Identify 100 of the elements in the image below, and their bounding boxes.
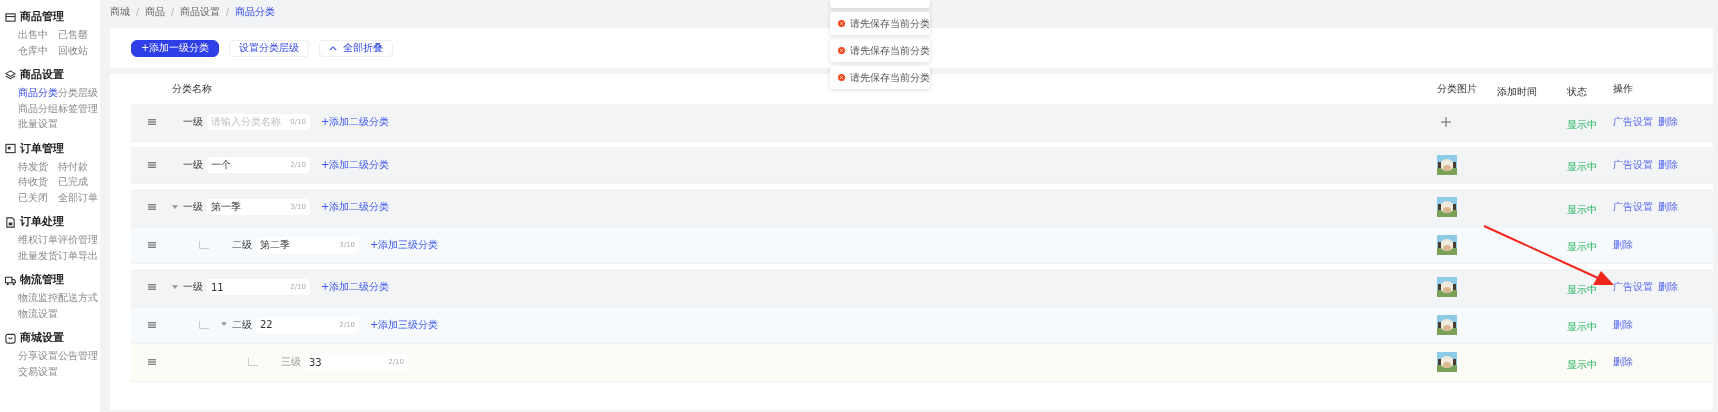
level-label: 一级 bbox=[183, 115, 203, 130]
error-toast: 请先保存当前分类 bbox=[830, 66, 930, 89]
error-icon bbox=[838, 47, 845, 54]
action-link[interactable]: 删除 bbox=[1658, 280, 1678, 295]
sidebar-item[interactable]: 待收货 bbox=[18, 175, 58, 190]
status-text: 显示中 bbox=[1567, 358, 1597, 370]
column-header: 分类名称 bbox=[172, 82, 212, 96]
tree-connector-icon bbox=[248, 358, 258, 367]
column-header: 操作 bbox=[1613, 82, 1633, 96]
status-text: 显示中 bbox=[1567, 283, 1597, 295]
sidebar-item[interactable]: 回收站 bbox=[58, 43, 103, 58]
sidebar-item[interactable]: 商品分组 bbox=[18, 101, 58, 116]
sidebar-item[interactable]: 物流设置 bbox=[18, 306, 58, 321]
sidebar-item[interactable]: 维权订单 bbox=[18, 233, 58, 248]
sidebar-item[interactable]: 交易设置 bbox=[18, 364, 58, 379]
sidebar-group-title: 商品设置 bbox=[20, 68, 64, 82]
sidebar-group-title: 订单处理 bbox=[20, 215, 64, 229]
level-label: 一级 bbox=[183, 157, 203, 172]
action-link[interactable]: 广告设置 bbox=[1613, 200, 1653, 215]
action-link[interactable]: 广告设置 bbox=[1613, 280, 1653, 295]
action-link[interactable]: 删除 bbox=[1658, 157, 1678, 172]
level-label: 一级 bbox=[183, 280, 203, 295]
action-link[interactable]: 广告设置 bbox=[1613, 115, 1653, 130]
caret-icon[interactable] bbox=[221, 322, 227, 328]
column-header: 添加时间 bbox=[1497, 85, 1537, 97]
sidebar-item[interactable]: 出售中 bbox=[18, 28, 58, 43]
sidebar-item[interactable]: 商品分类 bbox=[18, 86, 58, 101]
sidebar-item[interactable]: 分享设置 bbox=[18, 349, 58, 364]
sidebar-group-title: 商城设置 bbox=[20, 331, 64, 345]
status-text: 显示中 bbox=[1567, 161, 1597, 173]
breadcrumb-item: 商品分类 bbox=[235, 5, 275, 19]
level-label: 二级 bbox=[232, 317, 252, 332]
shop-icon bbox=[5, 332, 16, 344]
sidebar-group-title: 商品管理 bbox=[20, 10, 64, 24]
action-link[interactable]: 删除 bbox=[1658, 200, 1678, 215]
error-icon bbox=[838, 20, 845, 27]
action-link[interactable]: 删除 bbox=[1613, 317, 1633, 332]
sidebar-item[interactable]: 仓库中 bbox=[18, 43, 58, 58]
sidebar-item[interactable]: 已完成 bbox=[58, 175, 103, 190]
sidebar-item[interactable]: 已售罄 bbox=[58, 28, 103, 43]
error-icon bbox=[838, 74, 845, 81]
sidebar-item[interactable]: 订单导出 bbox=[58, 248, 103, 263]
action-link[interactable]: 删除 bbox=[1658, 115, 1678, 130]
level-settings-button[interactable]: 设置分类层级 bbox=[229, 39, 310, 57]
sidebar-item[interactable]: 批量设置 bbox=[18, 117, 58, 132]
add-subcategory-link[interactable]: +添加二级分类 bbox=[321, 200, 390, 215]
clipboard-icon bbox=[5, 143, 16, 154]
drag-handle-icon[interactable] bbox=[147, 284, 156, 291]
collapse-all-button[interactable]: 全部折叠 bbox=[319, 39, 394, 57]
status-text: 显示中 bbox=[1567, 321, 1597, 333]
add-category-button[interactable]: +添加一级分类 bbox=[131, 39, 220, 57]
drag-handle-icon[interactable] bbox=[147, 321, 156, 328]
upload-plus-icon[interactable] bbox=[1441, 117, 1451, 128]
sidebar-item[interactable]: 分类层级 bbox=[58, 86, 103, 101]
status-text: 显示中 bbox=[1567, 203, 1597, 215]
error-toast: 请先保存当前分类 bbox=[830, 12, 930, 35]
sidebar-item[interactable]: 已关闭 bbox=[18, 190, 58, 205]
chevron-up-icon bbox=[329, 45, 338, 51]
sidebar-group-title: 订单管理 bbox=[20, 141, 64, 156]
level-label: 三级 bbox=[281, 355, 301, 370]
drag-handle-icon[interactable] bbox=[147, 119, 156, 126]
breadcrumb-item[interactable]: 商城 bbox=[110, 5, 130, 19]
level-label: 二级 bbox=[232, 237, 252, 252]
sidebar-item[interactable]: 待付款 bbox=[58, 159, 103, 174]
add-subcategory-link[interactable]: +添加二级分类 bbox=[321, 157, 390, 172]
status-text: 显示中 bbox=[1567, 118, 1597, 130]
add-subcategory-link[interactable]: +添加三级分类 bbox=[370, 237, 439, 252]
drag-handle-icon[interactable] bbox=[147, 241, 156, 248]
add-subcategory-link[interactable]: +添加二级分类 bbox=[321, 115, 390, 130]
sidebar-item[interactable]: 公告管理 bbox=[58, 349, 103, 364]
action-link[interactable]: 删除 bbox=[1613, 237, 1633, 252]
action-link[interactable]: 删除 bbox=[1613, 355, 1633, 370]
column-header: 分类图片 bbox=[1437, 82, 1477, 96]
sidebar-item[interactable]: 全部订单 bbox=[58, 190, 103, 205]
status-text: 显示中 bbox=[1567, 241, 1597, 253]
caret-icon[interactable] bbox=[172, 204, 178, 210]
drag-handle-icon[interactable] bbox=[147, 204, 156, 211]
error-toast: 请先保存当前分类 bbox=[830, 39, 930, 62]
caret-icon[interactable] bbox=[172, 284, 178, 290]
level-label: 一级 bbox=[183, 200, 203, 215]
document-icon bbox=[5, 216, 16, 228]
layers-icon bbox=[5, 69, 16, 81]
drag-handle-icon[interactable] bbox=[147, 161, 156, 168]
breadcrumb-item[interactable]: 商品 bbox=[145, 5, 165, 19]
add-subcategory-link[interactable]: +添加三级分类 bbox=[370, 317, 439, 332]
sidebar-item[interactable]: 配送方式 bbox=[58, 291, 103, 306]
sidebar-item[interactable]: 物流监控 bbox=[18, 291, 58, 306]
sidebar-item[interactable]: 标签管理 bbox=[58, 101, 103, 116]
box-icon bbox=[5, 11, 16, 23]
tree-connector-icon bbox=[199, 240, 209, 249]
add-subcategory-link[interactable]: +添加二级分类 bbox=[321, 280, 390, 295]
sidebar-item[interactable]: 评价管理 bbox=[58, 233, 103, 248]
sidebar-item[interactable]: 待发货 bbox=[18, 159, 58, 174]
action-link[interactable]: 广告设置 bbox=[1613, 157, 1653, 172]
drag-handle-icon[interactable] bbox=[147, 359, 156, 366]
sidebar-group-title: 物流管理 bbox=[20, 273, 64, 287]
breadcrumb-item[interactable]: 商品设置 bbox=[180, 5, 220, 19]
sidebar-item[interactable]: 批量发货 bbox=[18, 248, 58, 263]
truck-icon bbox=[5, 274, 16, 286]
column-header: 状态 bbox=[1567, 85, 1587, 97]
